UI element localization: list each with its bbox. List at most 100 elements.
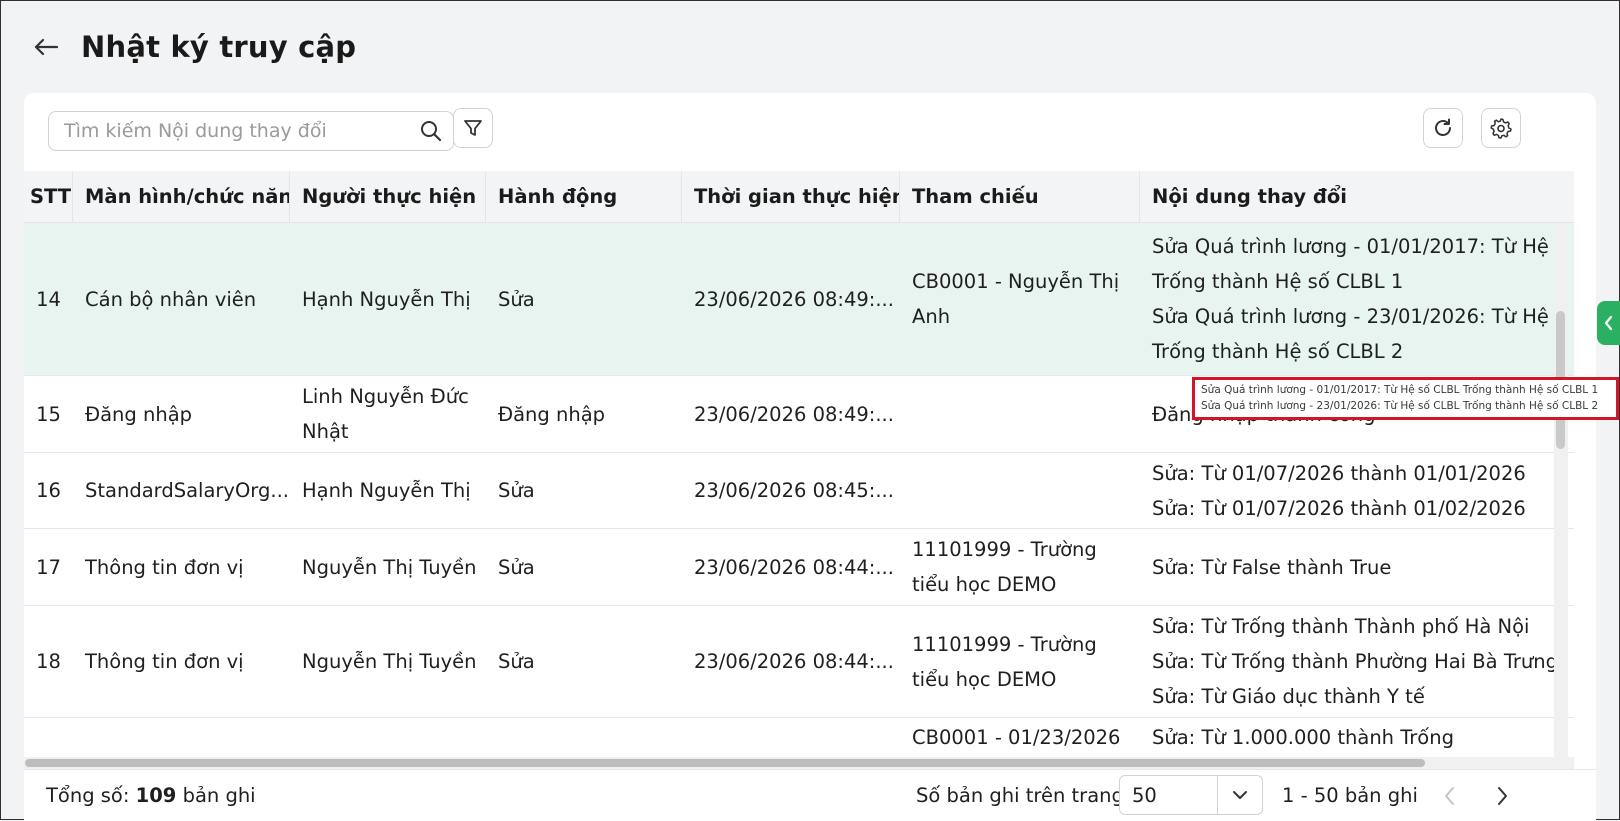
cell-stt: 15 xyxy=(36,402,61,426)
cell-time: 23/06/2026 08:45:... xyxy=(682,453,900,528)
cell-screen-text: Cán bộ nhân viên xyxy=(85,287,257,311)
page-header: Nhật ký truy cập xyxy=(31,25,356,69)
table-row[interactable]: 16 StandardSalaryOrg... Hạnh Nguyễn Thị … xyxy=(24,453,1574,529)
column-header-time[interactable]: Thời gian thực hiện xyxy=(682,171,900,222)
cell-user-line: Nguyễn Thị Tuyền xyxy=(302,650,477,673)
column-header-changes[interactable]: Nội dung thay đổi xyxy=(1140,171,1574,222)
prev-page-button[interactable] xyxy=(1436,782,1464,810)
total-prefix: Tổng số: xyxy=(46,784,130,807)
cell-stt: 14 xyxy=(36,287,61,311)
cell-action: Sửa xyxy=(486,529,682,605)
cell-user: Linh Nguyễn Đức Nhật xyxy=(290,376,486,452)
tooltip-line: Sửa Quá trình lương - 23/01/2026: Từ Hệ … xyxy=(1201,399,1599,412)
cell-changes-line: Sửa: Từ 01/07/2026 thành 01/01/2026 xyxy=(1152,461,1526,485)
search-input[interactable] xyxy=(62,119,419,143)
filter-button[interactable] xyxy=(453,108,493,148)
gear-icon xyxy=(1490,118,1512,139)
cell-reference: CB0001 - 01/23/2026 xyxy=(900,718,1140,761)
chevron-left-icon xyxy=(1604,315,1613,331)
chevron-down-icon xyxy=(1233,791,1247,799)
cell-user: Nguyễn Thị Tuyền xyxy=(290,606,486,717)
cell-time-text: 23/06/2026 08:45:... xyxy=(694,479,894,502)
cell-user-line: Hạnh Nguyễn Thị xyxy=(302,287,471,311)
cell-changes-line: Sửa: Từ Trống thành Phường Hai Bà Trưng xyxy=(1152,650,1558,673)
cell-time: 23/06/2026 08:49:... xyxy=(682,223,900,375)
cell-changes: Sửa: Từ False thành True xyxy=(1140,529,1574,605)
cell-time: 23/06/2026 08:44:... xyxy=(682,529,900,605)
settings-button[interactable] xyxy=(1481,108,1521,148)
cell-screen: Cán bộ nhân viên xyxy=(73,223,290,375)
cell-reference-line: 11101999 - Trường xyxy=(912,632,1097,656)
cell-action-text: Sửa xyxy=(498,479,535,502)
cell-changes-line: Sửa: Từ Giáo dục thành Y tế xyxy=(1152,685,1425,708)
column-header-stt[interactable]: STT xyxy=(24,171,73,222)
back-button[interactable] xyxy=(31,32,61,62)
table-header: STT Màn hình/chức năng Người thực hiện H… xyxy=(24,171,1574,223)
refresh-button[interactable] xyxy=(1423,108,1463,148)
table-footer: Tổng số: 109 bản ghi Số bản ghi trên tra… xyxy=(24,769,1596,821)
refresh-icon xyxy=(1435,118,1451,136)
horizontal-scrollbar-thumb[interactable] xyxy=(25,759,1425,767)
cell-reference: CB0001 - Nguyễn Thị Anh xyxy=(900,223,1140,375)
vertical-scrollbar-track[interactable] xyxy=(1554,223,1568,761)
cell-action: Sửa xyxy=(486,606,682,717)
cell-user-line: Nhật xyxy=(302,420,349,443)
chevron-right-icon xyxy=(1498,787,1507,805)
cell-screen: StandardSalaryOrg... xyxy=(73,453,290,528)
search-icon[interactable] xyxy=(419,119,443,143)
cell-stt: 16 xyxy=(36,479,61,502)
log-card: STT Màn hình/chức năng Người thực hiện H… xyxy=(24,93,1596,821)
cell-screen-text: Đăng nhập xyxy=(85,402,193,426)
cell-user: Hạnh Nguyễn Thị xyxy=(290,223,486,375)
log-table: STT Màn hình/chức năng Người thực hiện H… xyxy=(24,171,1574,761)
total-suffix: bản ghi xyxy=(182,784,256,807)
cell-time-text: 23/06/2026 08:44:... xyxy=(694,555,894,579)
cell-reference-line: Anh xyxy=(912,305,951,328)
cell-changes-line: Trống thành Hệ số CLBL 2 xyxy=(1152,340,1404,363)
cell-screen-text: Thông tin đơn vị xyxy=(85,650,244,673)
column-header-user[interactable]: Người thực hiện xyxy=(290,171,486,222)
next-page-button[interactable] xyxy=(1488,782,1516,810)
search-box[interactable] xyxy=(48,111,454,151)
table-row[interactable]: 14 Cán bộ nhân viên Hạnh Nguyễn Thị Sửa … xyxy=(24,223,1574,376)
cell-action-text: Sửa xyxy=(498,555,535,579)
column-header-screen[interactable]: Màn hình/chức năng xyxy=(73,171,290,222)
cell-reference-line: tiểu học DEMO xyxy=(912,667,1057,691)
cell-screen: Thông tin đơn vị xyxy=(73,606,290,717)
filter-icon xyxy=(464,120,482,136)
cell-changes-line: Sửa: Từ False thành True xyxy=(1152,555,1392,579)
per-page-dropdown-button[interactable] xyxy=(1217,776,1262,814)
cell-reference xyxy=(900,453,1140,528)
cell-screen: Đăng nhập xyxy=(73,376,290,452)
per-page-select[interactable]: 50 xyxy=(1119,775,1263,815)
cell-time-text: 23/06/2026 08:49:... xyxy=(694,287,894,311)
cell-stt: 17 xyxy=(36,555,61,579)
table-row[interactable]: 18 Thông tin đơn vị Nguyễn Thị Tuyền Sửa… xyxy=(24,606,1574,718)
total-records: Tổng số: 109 bản ghi xyxy=(46,770,256,821)
side-panel-toggle[interactable] xyxy=(1597,301,1620,345)
cell-action: Sửa xyxy=(486,223,682,375)
cell-reference xyxy=(900,376,1140,452)
cell-user: Nguyễn Thị Tuyền xyxy=(290,529,486,605)
chevron-left-icon xyxy=(1445,787,1454,805)
cell-action-text: Sửa xyxy=(498,650,535,673)
per-page-label: Số bản ghi trên trang xyxy=(916,784,1124,807)
cell-user-line: Linh Nguyễn Đức xyxy=(302,385,469,408)
cell-action: Sửa xyxy=(486,453,682,528)
table-row[interactable]: CB0001 - 01/23/2026 Sửa: Từ 1.000.000 th… xyxy=(24,718,1574,761)
tooltip-line: Sửa Quá trình lương - 01/01/2017: Từ Hệ … xyxy=(1201,384,1599,396)
cell-reference-line: CB0001 - Nguyễn Thị xyxy=(912,270,1120,293)
cell-time-text: 23/06/2026 08:44:... xyxy=(694,650,894,673)
per-page-value: 50 xyxy=(1132,783,1157,807)
column-header-reference[interactable]: Tham chiếu xyxy=(900,171,1140,222)
cell-screen-text: StandardSalaryOrg... xyxy=(85,479,289,502)
cell-changes-line: Sửa Quá trình lương - 01/01/2017: Từ Hệ … xyxy=(1152,235,1566,258)
cell-action-text: Sửa xyxy=(498,287,535,311)
column-header-action[interactable]: Hành động xyxy=(486,171,682,222)
table-row[interactable]: 17 Thông tin đơn vị Nguyễn Thị Tuyền Sửa… xyxy=(24,529,1574,606)
cell-time: 23/06/2026 08:49:... xyxy=(682,376,900,452)
cell-user: Hạnh Nguyễn Thị xyxy=(290,453,486,528)
cell-changes: Sửa: Từ 01/07/2026 thành 01/01/2026 Sửa:… xyxy=(1140,453,1574,528)
cell-changes-line: Sửa: Từ 1.000.000 thành Trống xyxy=(1152,726,1454,749)
back-arrow-icon xyxy=(34,38,59,56)
